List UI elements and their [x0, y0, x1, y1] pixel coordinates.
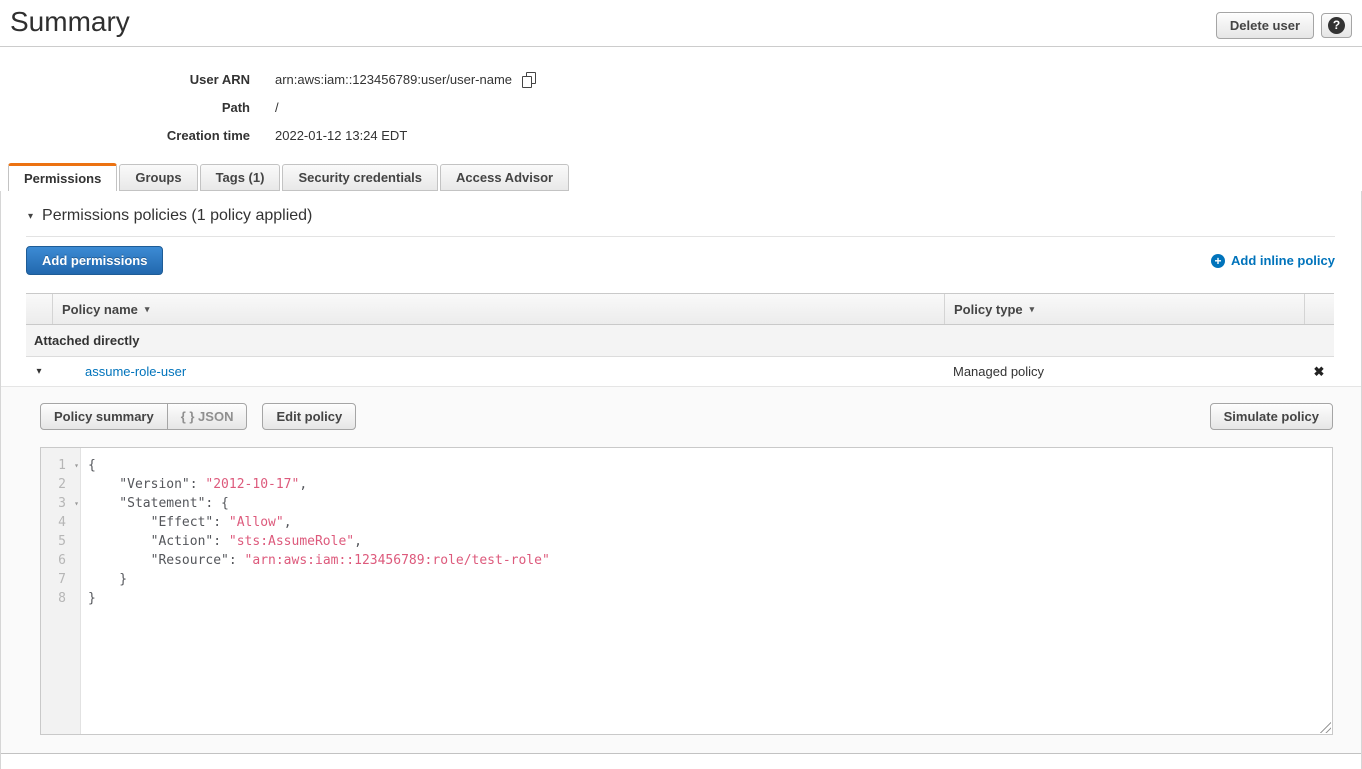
copy-icon[interactable]	[522, 72, 536, 87]
policy-table-header: Policy name ▾ Policy type ▾	[26, 293, 1334, 325]
policy-summary-button[interactable]: Policy summary	[40, 403, 168, 430]
policy-table: Policy name ▾ Policy type ▾ Attached dir…	[26, 293, 1334, 386]
tab-permissions[interactable]: Permissions	[8, 163, 117, 191]
tab-tags[interactable]: Tags (1)	[200, 164, 281, 191]
policy-type-column-header[interactable]: Policy type ▾	[944, 294, 1304, 324]
tab-security-credentials[interactable]: Security credentials	[282, 164, 438, 191]
attached-directly-group-row: Attached directly	[26, 325, 1334, 357]
policy-type-value: Managed policy	[944, 364, 1304, 379]
tab-bar: Permissions Groups Tags (1) Security cre…	[0, 163, 1362, 191]
simulate-policy-button[interactable]: Simulate policy	[1210, 403, 1333, 430]
gutter-line-number: 2	[41, 475, 80, 494]
gutter-line-number: 5	[41, 532, 80, 551]
section-heading-label: Permissions policies (1 policy applied)	[42, 207, 312, 225]
help-button[interactable]: ?	[1321, 13, 1352, 38]
sort-arrow-icon: ▾	[1030, 304, 1035, 315]
permissions-policies-heading: ▾ Permissions policies (1 policy applied…	[28, 207, 1361, 225]
user-details: User ARN arn:aws:iam::123456789:user/use…	[0, 47, 1362, 149]
code-line[interactable]: {	[88, 456, 1332, 475]
policy-detail-section: Policy summary { } JSON Edit policy Simu…	[1, 386, 1361, 754]
gutter-line-number: 1▾	[41, 456, 80, 475]
code-line[interactable]: "Statement": {	[88, 494, 1332, 513]
header-actions: Delete user ?	[1216, 12, 1352, 39]
creation-time-value: 2022-01-12 13:24 EDT	[275, 128, 407, 143]
json-editor-gutter: 1▾23▾45678	[41, 448, 81, 734]
fold-arrow-icon[interactable]: ▾	[74, 494, 79, 513]
gutter-line-number: 8	[41, 589, 80, 608]
delete-user-button[interactable]: Delete user	[1216, 12, 1314, 39]
gutter-line-number: 3▾	[41, 494, 80, 513]
policy-actions-row: Add permissions + Add inline policy	[26, 246, 1335, 275]
collapse-section-icon[interactable]: ▾	[28, 211, 33, 222]
policy-table-row: ▾ assume-role-user Managed policy ✖	[26, 357, 1334, 386]
code-line[interactable]: "Resource": "arn:aws:iam::123456789:role…	[88, 551, 1332, 570]
policy-name-column-header[interactable]: Policy name ▾	[52, 294, 944, 324]
code-line[interactable]: }	[88, 589, 1332, 608]
plus-circle-icon: +	[1211, 254, 1225, 268]
path-label: Path	[0, 100, 250, 115]
user-arn-label: User ARN	[0, 72, 250, 87]
add-inline-policy-link[interactable]: + Add inline policy	[1211, 253, 1335, 268]
json-editor[interactable]: 1▾23▾45678 { "Version": "2012-10-17", "S…	[40, 447, 1333, 735]
detail-row-path: Path /	[0, 93, 1362, 121]
policy-name-link[interactable]: assume-role-user	[52, 364, 944, 379]
fold-arrow-icon[interactable]: ▾	[74, 456, 79, 475]
permissions-panel: ▾ Permissions policies (1 policy applied…	[0, 191, 1362, 769]
detail-row-creation-time: Creation time 2022-01-12 13:24 EDT	[0, 121, 1362, 149]
page-title: Summary	[10, 6, 130, 38]
help-icon: ?	[1328, 17, 1345, 34]
add-permissions-button[interactable]: Add permissions	[26, 246, 163, 275]
creation-time-label: Creation time	[0, 128, 250, 143]
policy-detail-toolbar: Policy summary { } JSON Edit policy Simu…	[40, 403, 1333, 430]
expander-column-header	[26, 294, 52, 324]
row-expander-icon[interactable]: ▾	[26, 366, 52, 377]
section-divider	[26, 236, 1335, 237]
detail-row-user-arn: User ARN arn:aws:iam::123456789:user/use…	[0, 65, 1362, 93]
actions-column-header	[1304, 294, 1334, 324]
sort-arrow-icon: ▾	[145, 304, 150, 315]
page-header: Summary Delete user ?	[0, 0, 1362, 47]
gutter-line-number: 4	[41, 513, 80, 532]
code-line[interactable]: "Action": "sts:AssumeRole",	[88, 532, 1332, 551]
gutter-line-number: 7	[41, 570, 80, 589]
json-editor-lines[interactable]: { "Version": "2012-10-17", "Statement": …	[81, 448, 1332, 734]
path-value: /	[275, 100, 279, 115]
tab-groups[interactable]: Groups	[119, 164, 197, 191]
code-line[interactable]: }	[88, 570, 1332, 589]
code-line[interactable]: "Version": "2012-10-17",	[88, 475, 1332, 494]
user-arn-value: arn:aws:iam::123456789:user/user-name	[275, 72, 512, 87]
tab-access-advisor[interactable]: Access Advisor	[440, 164, 569, 191]
edit-policy-button[interactable]: Edit policy	[262, 403, 356, 430]
json-view-button[interactable]: { } JSON	[167, 403, 248, 430]
detach-policy-icon[interactable]: ✖	[1304, 364, 1334, 380]
view-toggle-group: Policy summary { } JSON	[40, 403, 247, 430]
gutter-line-number: 6	[41, 551, 80, 570]
code-line[interactable]: "Effect": "Allow",	[88, 513, 1332, 532]
